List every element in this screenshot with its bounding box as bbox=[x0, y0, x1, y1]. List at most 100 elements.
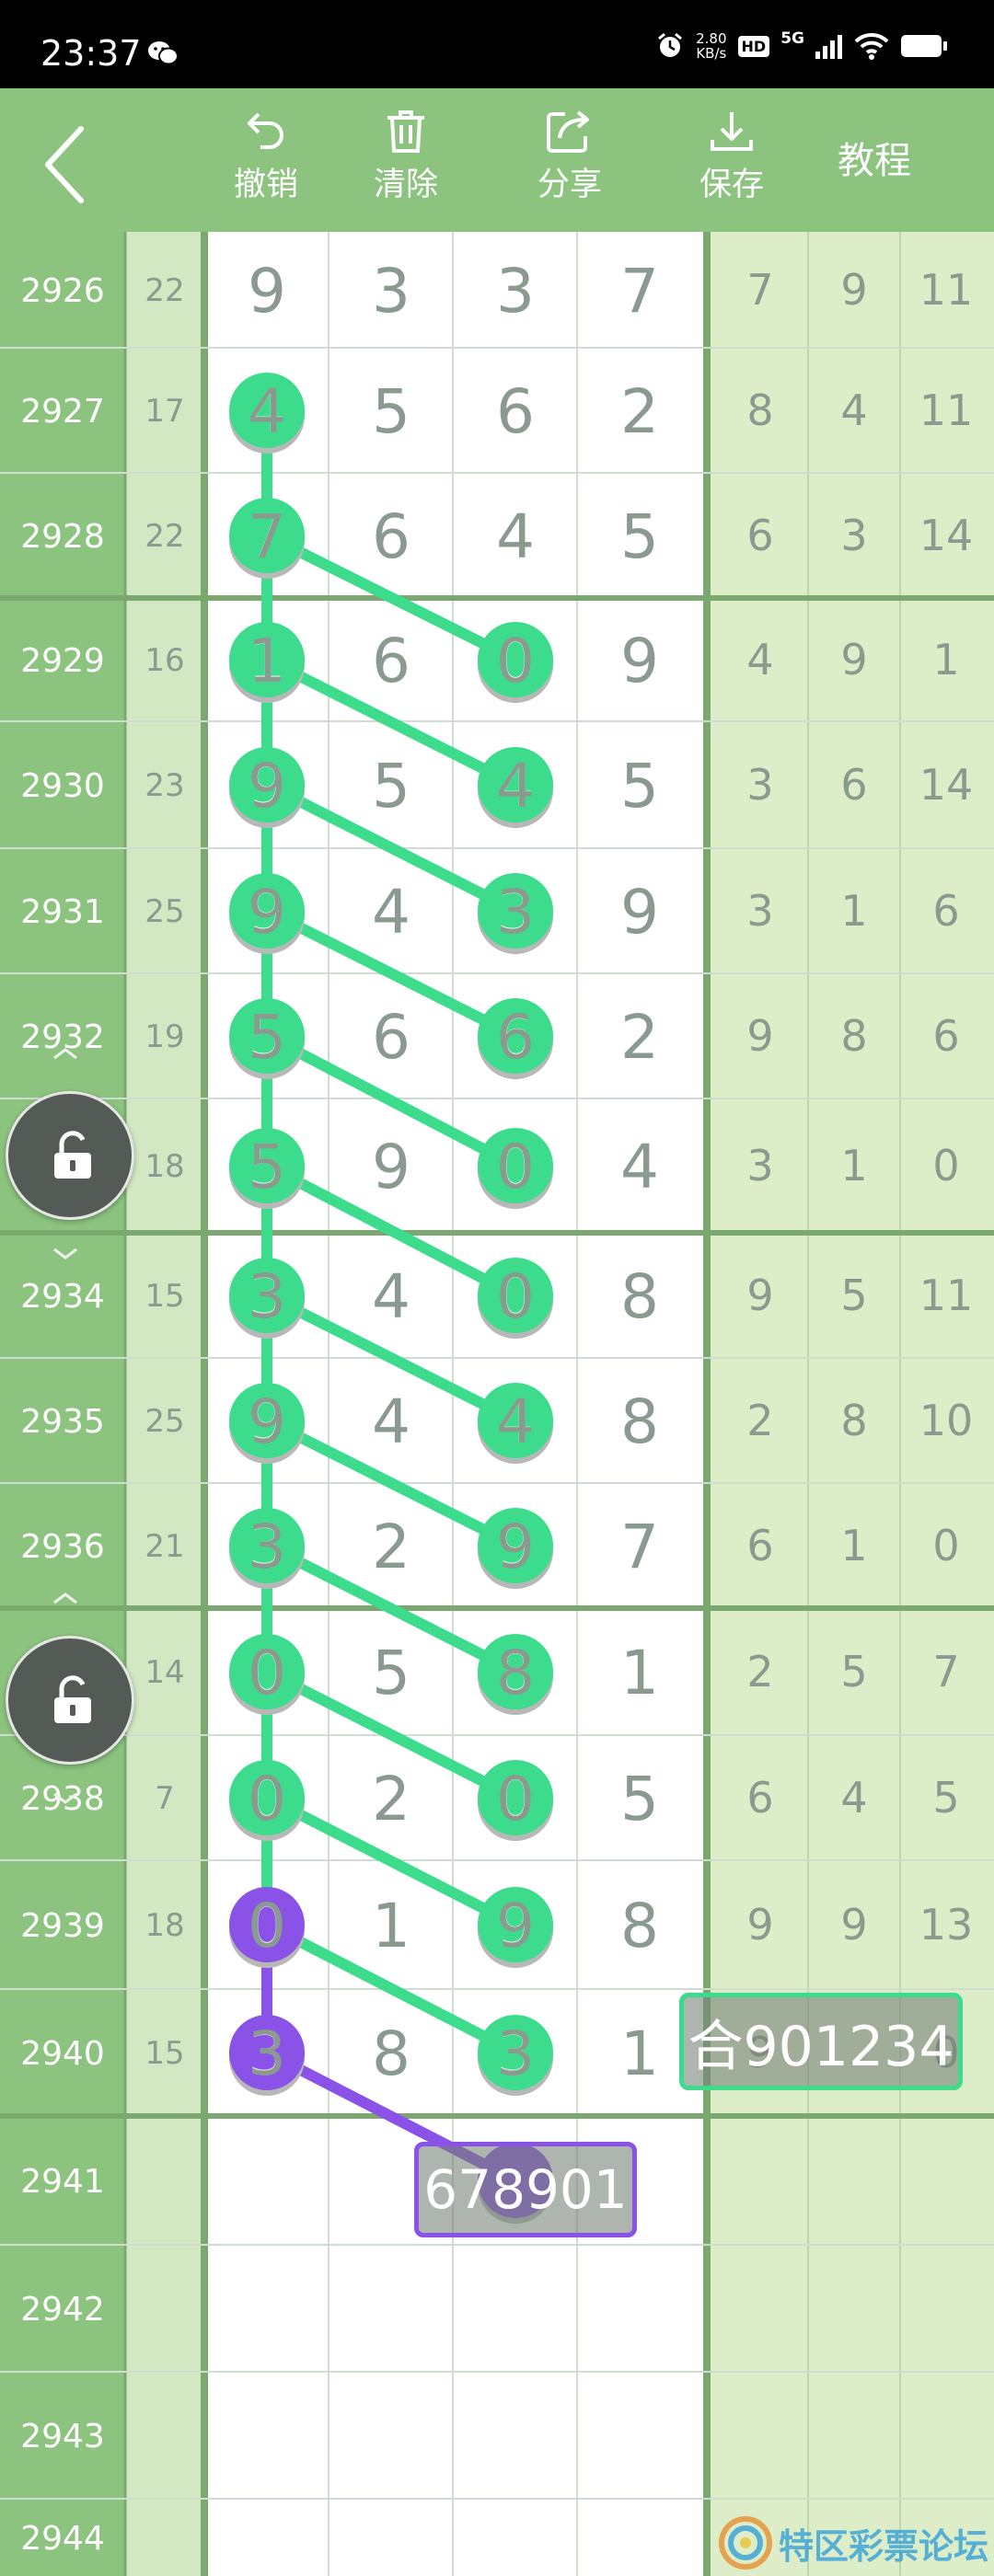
digit-cell: 7 bbox=[248, 501, 286, 572]
digit-cell: 4 bbox=[496, 1386, 535, 1457]
digit-cell: 9 bbox=[248, 877, 286, 948]
digit-cell: 0 bbox=[496, 1764, 535, 1834]
issue-number: 2939 bbox=[20, 1907, 105, 1945]
stat-cell: 7 bbox=[932, 1647, 959, 1696]
stat-cell: 7 bbox=[746, 265, 773, 315]
digit-cell: 9 bbox=[372, 1132, 410, 1202]
stat-cell: 9 bbox=[746, 1900, 773, 1949]
lock-open-icon bbox=[54, 1675, 91, 1723]
digit-cell: 3 bbox=[248, 1512, 286, 1582]
digit-cell: 9 bbox=[248, 751, 286, 822]
issue-number: 2943 bbox=[20, 2418, 105, 2455]
sum-value: 16 bbox=[144, 642, 184, 679]
stat-cell: 1 bbox=[840, 886, 867, 936]
digit-cell: 5 bbox=[620, 1764, 659, 1834]
stat-cell: 3 bbox=[746, 1141, 773, 1190]
digit-cell: 8 bbox=[372, 2018, 410, 2089]
stat-cell: 3 bbox=[746, 886, 773, 936]
stat-cell: 0 bbox=[932, 1141, 959, 1190]
stat-cell: 11 bbox=[919, 265, 974, 315]
chevron-down-icon[interactable] bbox=[52, 1792, 79, 1805]
green-sum-badge[interactable]: 合901234 bbox=[679, 1993, 963, 2090]
digit-cell: 4 bbox=[372, 1386, 410, 1457]
digit-cell: 5 bbox=[248, 1132, 286, 1202]
watermark-text: 特区彩票论坛 bbox=[779, 2525, 989, 2567]
stat-cell: 0 bbox=[932, 1521, 959, 1570]
stat-cell: 6 bbox=[932, 1011, 959, 1061]
stat-cell: 1 bbox=[840, 1141, 867, 1190]
stat-cell: 4 bbox=[746, 635, 773, 684]
stat-cell: 5 bbox=[932, 1773, 959, 1823]
stat-cell: 1 bbox=[932, 635, 959, 684]
digit-cell: 1 bbox=[620, 1638, 659, 1708]
digit-cell: 4 bbox=[620, 1132, 659, 1202]
digit-cell: 0 bbox=[496, 1261, 535, 1332]
issue-number: 2934 bbox=[20, 1278, 105, 1316]
digit-cell: 8 bbox=[620, 1261, 659, 1332]
digit-cell: 3 bbox=[248, 1261, 286, 1332]
stat-cell: 5 bbox=[840, 1647, 867, 1696]
digit-cell: 1 bbox=[620, 2018, 659, 2089]
sum-value: 14 bbox=[144, 1654, 184, 1691]
digit-cell: 6 bbox=[372, 1002, 410, 1073]
stat-cell: 11 bbox=[919, 385, 974, 435]
stat-cell: 14 bbox=[919, 511, 974, 560]
digit-cell: 9 bbox=[248, 256, 286, 327]
stat-cell: 9 bbox=[840, 1900, 867, 1949]
digit-cell: 4 bbox=[496, 501, 535, 572]
stat-cell: 3 bbox=[746, 760, 773, 810]
issue-number: 2940 bbox=[20, 2035, 105, 2073]
digit-cell: 0 bbox=[248, 1764, 286, 1834]
sum-value: 22 bbox=[144, 518, 184, 555]
digit-cell: 4 bbox=[496, 751, 535, 822]
stat-cell: 6 bbox=[746, 1773, 773, 1823]
digit-cell: 3 bbox=[496, 256, 535, 327]
stat-cell: 6 bbox=[932, 886, 959, 936]
digit-cell: 4 bbox=[372, 877, 410, 948]
sum-value: 21 bbox=[144, 1528, 184, 1565]
sum-value: 18 bbox=[144, 1148, 184, 1185]
digit-cell: 5 bbox=[372, 1638, 410, 1708]
sum-value: 18 bbox=[144, 1907, 184, 1944]
digit-cell: 0 bbox=[496, 626, 535, 696]
sum-value: 19 bbox=[144, 1018, 184, 1055]
chevron-up-icon[interactable] bbox=[52, 1592, 79, 1604]
stat-cell: 9 bbox=[840, 635, 867, 684]
stat-cell: 6 bbox=[746, 511, 773, 560]
issue-number: 2927 bbox=[20, 393, 105, 431]
digit-cell: 9 bbox=[496, 1891, 535, 1961]
stat-cell: 11 bbox=[919, 1271, 974, 1320]
chevron-down-icon[interactable] bbox=[52, 1248, 79, 1260]
digit-cell: 5 bbox=[620, 501, 659, 572]
stat-cell: 3 bbox=[840, 511, 867, 560]
digit-cell: 6 bbox=[372, 626, 410, 696]
stat-cell: 14 bbox=[919, 760, 974, 810]
chevron-up-icon[interactable] bbox=[52, 1047, 79, 1060]
stat-cell: 8 bbox=[746, 385, 773, 435]
digit-cell: 3 bbox=[248, 2018, 286, 2089]
sum-value: 22 bbox=[144, 272, 184, 309]
issue-number: 2936 bbox=[20, 1528, 105, 1566]
digit-cell: 6 bbox=[372, 501, 410, 572]
digit-cell: 5 bbox=[372, 751, 410, 822]
sum-value: 25 bbox=[144, 1403, 184, 1440]
lock-button[interactable] bbox=[6, 1091, 134, 1220]
stat-cell: 6 bbox=[746, 1521, 773, 1570]
purple-sum-badge[interactable]: 678901 bbox=[414, 2142, 637, 2237]
digit-cell: 4 bbox=[248, 376, 286, 447]
issue-number: 2935 bbox=[20, 1403, 105, 1441]
digit-cell: 3 bbox=[496, 877, 535, 948]
issue-number: 2928 bbox=[20, 518, 105, 556]
stat-cell: 13 bbox=[919, 1900, 974, 1949]
issue-number: 2930 bbox=[20, 767, 105, 805]
stat-cell: 9 bbox=[746, 1271, 773, 1320]
stat-cell: 8 bbox=[840, 1011, 867, 1061]
digit-cell: 7 bbox=[620, 1512, 659, 1582]
issue-number: 2926 bbox=[20, 272, 105, 310]
digit-cell: 2 bbox=[620, 1002, 659, 1073]
digit-cell: 2 bbox=[620, 376, 659, 447]
lock-button[interactable] bbox=[6, 1636, 134, 1765]
digit-cell: 1 bbox=[372, 1891, 410, 1961]
digit-cell: 5 bbox=[372, 376, 410, 447]
digit-cell: 5 bbox=[248, 1002, 286, 1073]
